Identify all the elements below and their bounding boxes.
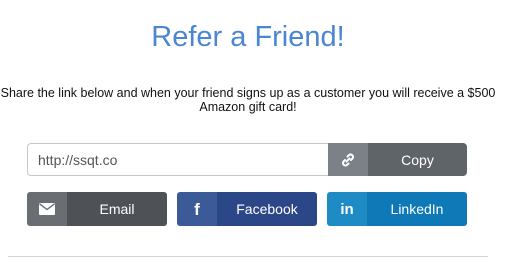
- linkedin-icon: in: [327, 192, 367, 226]
- page-title: Refer a Friend!: [151, 21, 345, 53]
- referral-description: Share the link below and when your frien…: [0, 86, 496, 114]
- referral-link-input[interactable]: [27, 143, 328, 176]
- facebook-share-button[interactable]: f Facebook: [177, 192, 317, 226]
- copy-button-label: Copy: [368, 143, 467, 176]
- referral-link-group: Copy: [27, 143, 467, 176]
- facebook-icon: f: [177, 192, 217, 226]
- envelope-icon: [27, 192, 67, 226]
- email-share-label: Email: [67, 192, 167, 226]
- link-icon: [328, 143, 368, 176]
- share-buttons: Email f Facebook in LinkedIn: [27, 192, 467, 226]
- email-share-button[interactable]: Email: [27, 192, 167, 226]
- facebook-share-label: Facebook: [217, 192, 317, 226]
- copy-button[interactable]: Copy: [328, 143, 467, 176]
- linkedin-share-label: LinkedIn: [367, 192, 467, 226]
- divider: [8, 256, 488, 257]
- linkedin-share-button[interactable]: in LinkedIn: [327, 192, 467, 226]
